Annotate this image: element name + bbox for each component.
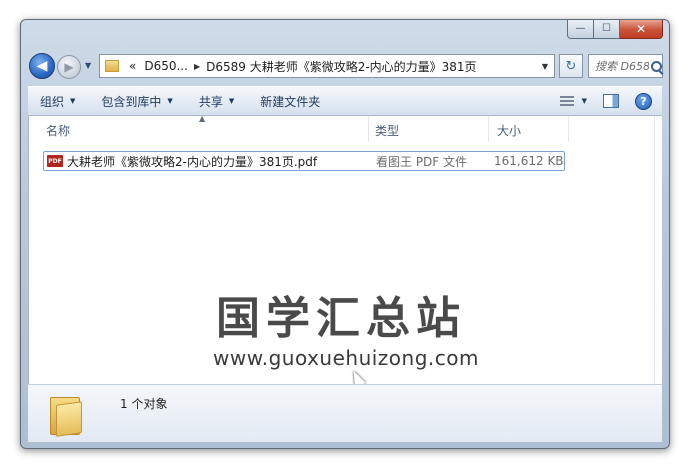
refresh-icon: ↻	[565, 58, 577, 74]
forward-arrow-icon: ▶	[64, 60, 74, 74]
chevron-down-icon: ▼	[581, 97, 587, 105]
search-box[interactable]	[588, 54, 663, 78]
watermark-url: www.guoxuehuizong.com	[213, 346, 479, 370]
address-dropdown-icon[interactable]: ▼	[542, 62, 548, 71]
column-header-type[interactable]: 类型	[369, 116, 489, 142]
vertical-scrollbar[interactable]	[654, 116, 662, 384]
explorer-window: — ☐ ✕ ◀ ▶ ▼ « D650... ▶ D6589 大耕老师《紫微攻略2…	[20, 19, 670, 449]
recent-pages-dropdown[interactable]: ▼	[85, 61, 91, 70]
chevron-down-icon: ▼	[70, 97, 76, 105]
file-name: 大耕老师《紫微攻略2-内心的力量》381页.pdf	[67, 154, 318, 169]
include-in-library-label: 包含到库中	[101, 94, 162, 109]
folder-icon	[50, 393, 84, 437]
sort-ascending-icon: ▲	[199, 114, 206, 123]
column-header-size-label: 大小	[497, 124, 522, 138]
breadcrumb-item-current[interactable]: D6589 大耕老师《紫微攻略2-内心的力量》381页	[202, 58, 480, 75]
back-arrow-icon: ◀	[36, 58, 48, 74]
include-in-library-menu[interactable]: 包含到库中 ▼	[89, 93, 186, 110]
column-header-name[interactable]: ▲ 名称	[29, 114, 369, 142]
file-type: 看图王 PDF 文件	[376, 154, 468, 169]
toolbar-right: ▼ ?	[559, 92, 662, 110]
organize-label: 组织	[40, 94, 65, 109]
folder-icon	[105, 60, 119, 72]
share-label: 共享	[198, 94, 223, 109]
view-list-icon	[559, 95, 574, 107]
back-button[interactable]: ◀	[29, 53, 55, 79]
file-list: ▲ 名称 类型 大小 PDF 大耕老师《紫微攻略2-内心的力量》381页.pdf…	[28, 114, 662, 388]
pdf-file-icon: PDF	[47, 155, 63, 167]
watermark-title: 国学汇总站	[216, 293, 466, 344]
new-folder-label: 新建文件夹	[260, 94, 321, 109]
column-header-name-label: 名称	[46, 124, 71, 138]
file-size: 161,612 KB	[494, 154, 564, 168]
organize-menu[interactable]: 组织 ▼	[28, 93, 89, 110]
breadcrumb-item[interactable]: D650...	[140, 59, 192, 73]
maximize-button[interactable]: ☐	[594, 20, 620, 39]
refresh-button[interactable]: ↻	[559, 54, 583, 78]
item-count: 1 个对象	[120, 397, 168, 411]
column-headers: ▲ 名称 类型 大小	[29, 114, 662, 142]
search-icon[interactable]	[651, 60, 662, 72]
breadcrumb-overflow[interactable]: «	[125, 59, 140, 73]
list-item[interactable]: PDF 大耕老师《紫微攻略2-内心的力量》381页.pdf 看图王 PDF 文件…	[43, 151, 565, 171]
new-folder-button[interactable]: 新建文件夹	[248, 93, 334, 110]
minimize-button[interactable]: —	[567, 20, 594, 39]
column-header-type-label: 类型	[375, 124, 400, 138]
chevron-down-icon: ▼	[228, 97, 235, 105]
command-bar: 组织 ▼ 包含到库中 ▼ 共享 ▼ 新建文件夹 ▼ ?	[28, 86, 662, 116]
address-bar[interactable]: « D650... ▶ D6589 大耕老师《紫微攻略2-内心的力量》381页 …	[99, 54, 555, 78]
forward-button[interactable]: ▶	[57, 55, 81, 79]
share-menu[interactable]: 共享 ▼	[187, 93, 248, 110]
change-view-button[interactable]: ▼	[559, 95, 587, 107]
help-icon[interactable]: ?	[635, 92, 652, 110]
chevron-down-icon: ▼	[167, 97, 173, 105]
caption-buttons: — ☐ ✕	[567, 20, 663, 39]
column-header-size[interactable]: 大小	[489, 116, 569, 142]
close-button[interactable]: ✕	[620, 20, 663, 39]
search-input[interactable]	[595, 59, 649, 73]
details-pane: 1 个对象	[28, 384, 662, 442]
navigation-bar: ◀ ▶ ▼ « D650... ▶ D6589 大耕老师《紫微攻略2-内心的力量…	[29, 53, 663, 81]
preview-pane-icon[interactable]	[603, 94, 619, 108]
breadcrumb-separator-icon[interactable]: ▶	[192, 62, 202, 71]
